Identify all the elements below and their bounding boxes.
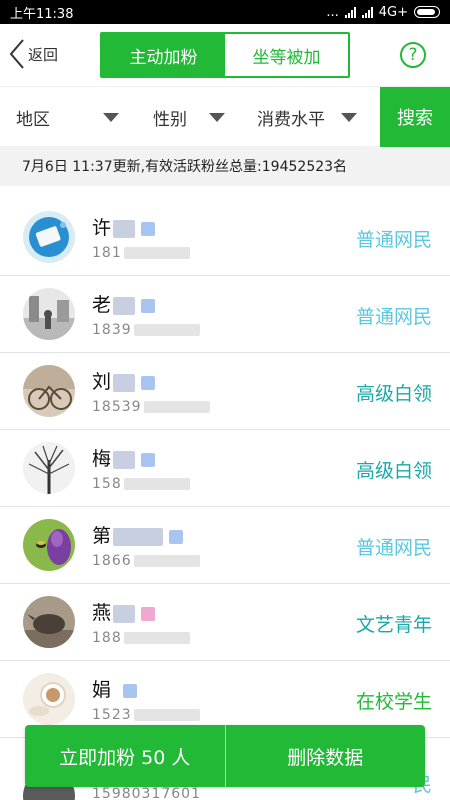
avatar xyxy=(23,519,75,571)
delete-data-button[interactable]: 删除数据 xyxy=(226,725,426,787)
blurred-text xyxy=(113,604,136,623)
rhino-photo-icon xyxy=(23,596,75,648)
fan-name: 刘 xyxy=(92,367,156,394)
fan-name: 许 xyxy=(92,213,156,240)
search-button[interactable]: 搜索 xyxy=(380,87,450,147)
fan-phone: 188 xyxy=(92,630,190,646)
region-filter[interactable]: 地区 xyxy=(16,87,119,147)
phone-photo-icon xyxy=(23,211,75,263)
fan-name: 老 xyxy=(92,290,156,317)
blurred-text xyxy=(141,221,156,236)
list-item[interactable]: 老 1839 普通网民 xyxy=(0,276,450,353)
blurred-text xyxy=(123,632,190,644)
blurred-text xyxy=(169,529,184,544)
blurred-text xyxy=(141,606,156,621)
fan-name: 梅 xyxy=(92,444,156,471)
help-icon[interactable]: ? xyxy=(400,42,426,68)
fan-phone: 1523 xyxy=(92,707,200,723)
blurred-text xyxy=(113,450,136,469)
filter-bar: 地区 性别 消费水平 搜索 xyxy=(0,86,450,147)
status-dots: ... xyxy=(326,4,339,20)
avatar xyxy=(23,596,75,648)
mode-segmented-control: 主动加粉 坐等被加 xyxy=(100,32,350,78)
header: 返回 主动加粉 坐等被加 ? xyxy=(0,24,450,86)
blurred-text xyxy=(141,375,156,390)
blurred-text xyxy=(123,683,138,698)
tab-wait-add[interactable]: 坐等被加 xyxy=(225,34,348,76)
battery-icon xyxy=(414,6,440,18)
blurred-text xyxy=(141,452,156,467)
fan-name: 娟 xyxy=(92,675,138,702)
gender-filter[interactable]: 性别 xyxy=(153,87,225,147)
bicycle-photo-icon xyxy=(23,365,75,417)
fan-phone: 181 xyxy=(92,245,190,261)
blurred-text xyxy=(123,247,190,259)
fan-tag: 普通网民 xyxy=(355,229,432,251)
fan-list: 许 181 普通网民 老 1839 普通网民 刘 18539 高级白领 梅 15… xyxy=(0,199,450,738)
avatar xyxy=(23,442,75,494)
fan-phone: 158 xyxy=(92,476,190,492)
list-item[interactable]: 许 181 普通网民 xyxy=(0,199,450,276)
tab-active-add[interactable]: 主动加粉 xyxy=(102,34,225,76)
triangle-down-icon xyxy=(209,112,225,122)
fan-name: 第 xyxy=(92,521,184,548)
blurred-text xyxy=(113,527,164,546)
blurred-text xyxy=(143,401,210,413)
avatar xyxy=(23,365,75,417)
blurred-text xyxy=(123,478,190,490)
status-bar: 上午11:38 ... 4G+ xyxy=(0,0,450,24)
fan-name: 燕 xyxy=(92,598,156,625)
blurred-text xyxy=(133,555,200,567)
fan-tag: 高级白领 xyxy=(355,383,432,405)
fan-tag: 在校学生 xyxy=(355,691,432,713)
blurred-text xyxy=(141,298,156,313)
blurred-text xyxy=(113,296,136,315)
list-item[interactable]: 梅 158 高级白领 xyxy=(0,430,450,507)
cup-photo-icon xyxy=(23,673,75,725)
gender-filter-label: 性别 xyxy=(153,109,187,130)
list-item[interactable]: 刘 18539 高级白领 xyxy=(0,353,450,430)
signal-icon-2 xyxy=(361,6,373,18)
fan-phone: 1839 xyxy=(92,322,200,338)
status-icons: ... 4G+ xyxy=(326,5,440,20)
tree-photo-icon xyxy=(23,442,75,494)
chevron-left-icon xyxy=(9,39,24,69)
fan-phone: 18539 xyxy=(92,399,210,415)
avatar xyxy=(23,288,75,340)
blurred-text xyxy=(133,324,200,336)
list-item[interactable]: 燕 188 文艺青年 xyxy=(0,584,450,661)
add-fans-button[interactable]: 立即加粉 50 人 xyxy=(25,725,225,787)
update-info: 7月6日 11:37更新,有效活跃粉丝总量:19452523名 xyxy=(0,146,450,186)
bee-flower-icon xyxy=(23,519,75,571)
list-item[interactable]: 第 1866 普通网民 xyxy=(0,507,450,584)
fan-phone: 15980317601 xyxy=(92,786,201,800)
triangle-down-icon xyxy=(341,112,357,122)
back-label: 返回 xyxy=(28,45,59,64)
fan-tag: 普通网民 xyxy=(355,306,432,328)
fan-tag: 普通网民 xyxy=(355,537,432,559)
fan-phone: 1866 xyxy=(92,553,200,569)
blurred-text xyxy=(113,219,136,238)
network-type: 4G+ xyxy=(378,4,408,20)
street-photo-icon xyxy=(23,288,75,340)
status-time: 上午11:38 xyxy=(10,6,74,22)
blurred-text xyxy=(113,373,136,392)
consumption-filter[interactable]: 消费水平 xyxy=(257,87,357,147)
avatar xyxy=(23,673,75,725)
back-button[interactable]: 返回 xyxy=(8,38,58,70)
region-filter-label: 地区 xyxy=(16,109,50,130)
fan-tag: 文艺青年 xyxy=(355,614,432,636)
blurred-text xyxy=(133,709,200,721)
triangle-down-icon xyxy=(103,112,119,122)
signal-icon xyxy=(344,6,356,18)
avatar xyxy=(23,211,75,263)
consumption-filter-label: 消费水平 xyxy=(257,109,325,130)
action-bar: 立即加粉 50 人 删除数据 xyxy=(25,725,425,787)
fan-tag: 高级白领 xyxy=(355,460,432,482)
